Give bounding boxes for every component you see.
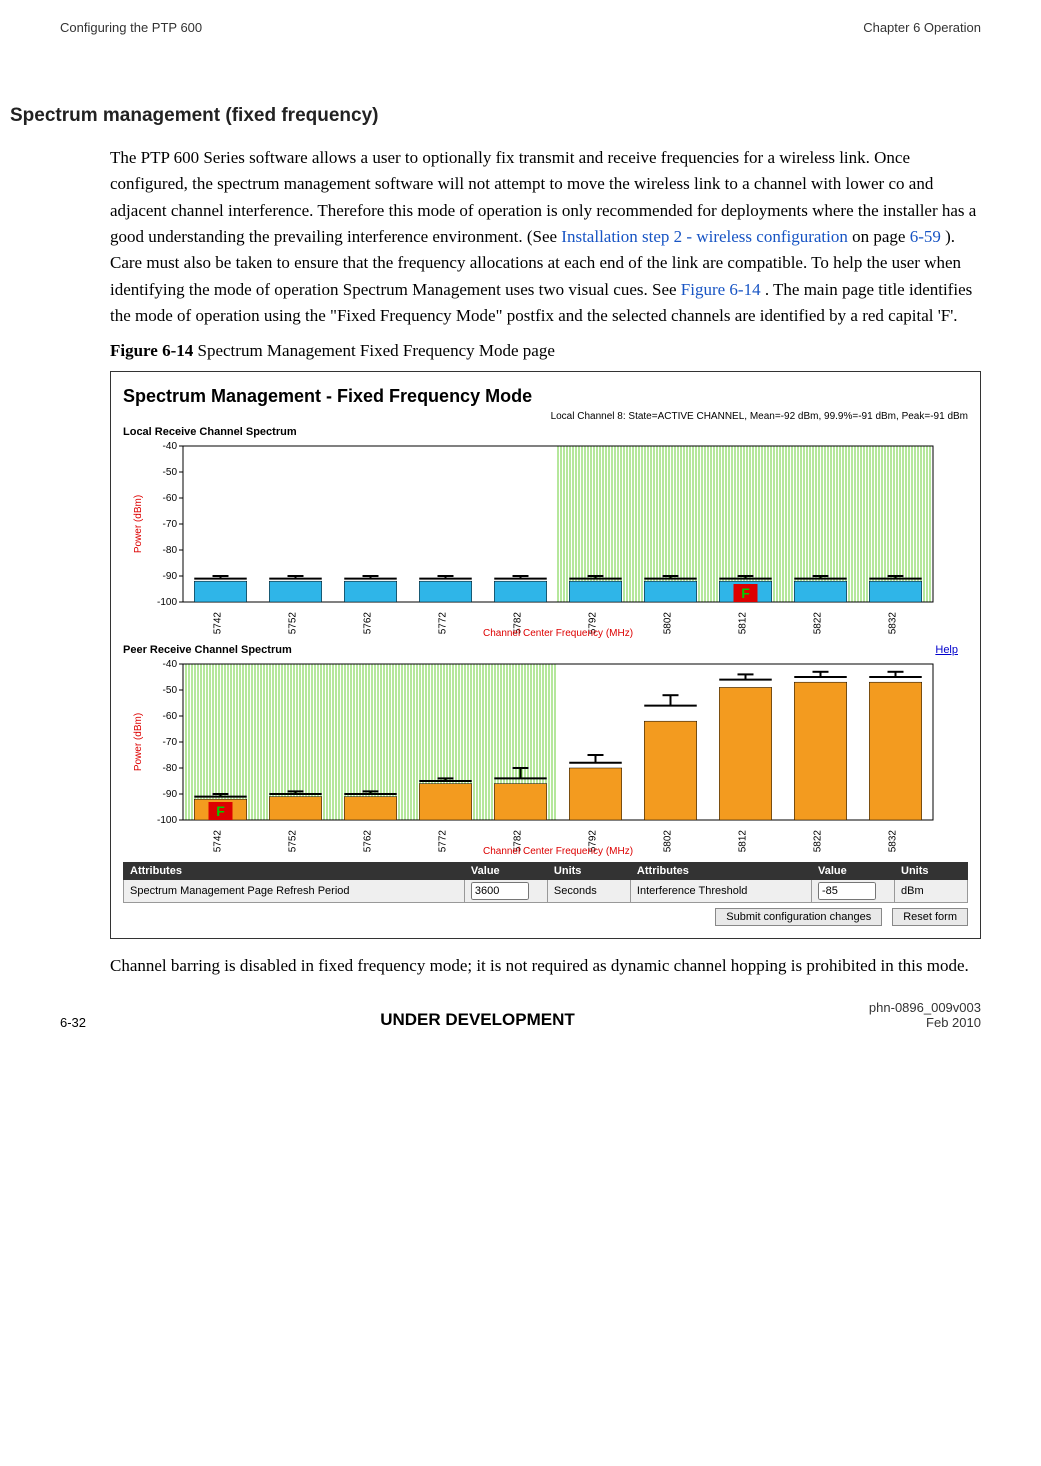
footer-status: UNDER DEVELOPMENT: [380, 1010, 575, 1030]
svg-text:5752: 5752: [288, 612, 299, 635]
svg-text:-40: -40: [163, 441, 178, 452]
svg-text:Channel Center Frequency (MHz): Channel Center Frequency (MHz): [483, 628, 633, 638]
col-attributes: Attributes: [630, 863, 811, 880]
svg-text:5752: 5752: [288, 830, 299, 853]
svg-text:5742: 5742: [213, 830, 224, 853]
svg-text:-80: -80: [163, 763, 178, 774]
svg-text:5812: 5812: [738, 830, 749, 853]
interference-threshold-input[interactable]: [818, 882, 876, 900]
svg-text:5772: 5772: [438, 612, 449, 635]
svg-text:Power (dBm): Power (dBm): [133, 495, 144, 553]
svg-text:-70: -70: [163, 737, 178, 748]
svg-text:F: F: [216, 803, 225, 819]
page-header: Configuring the PTP 600 Chapter 6 Operat…: [60, 20, 981, 35]
main-paragraph: The PTP 600 Series software allows a use…: [110, 145, 981, 329]
link-page-6-59[interactable]: 6-59: [910, 227, 941, 246]
attributes-table: Attributes Value Units Attributes Value …: [123, 862, 968, 903]
svg-text:-50: -50: [163, 467, 178, 478]
svg-text:-100: -100: [157, 597, 177, 608]
svg-text:5812: 5812: [738, 612, 749, 635]
link-figure-6-14[interactable]: Figure 6-14: [681, 280, 761, 299]
svg-text:5802: 5802: [663, 612, 674, 635]
svg-text:-40: -40: [163, 659, 178, 670]
col-value: Value: [812, 863, 895, 880]
table-row: Spectrum Management Page Refresh Period …: [124, 880, 968, 903]
header-left: Configuring the PTP 600: [60, 20, 202, 35]
reset-button[interactable]: Reset form: [892, 908, 968, 926]
svg-text:5772: 5772: [438, 830, 449, 853]
svg-text:-60: -60: [163, 711, 178, 722]
attr-threshold-label: Interference Threshold: [630, 880, 811, 903]
local-chart-title: Local Receive Channel Spectrum: [123, 426, 968, 438]
local-chart-wrap: Local Receive Channel Spectrum -100 -90 -8…: [123, 426, 968, 638]
col-attributes: Attributes: [124, 863, 465, 880]
units-seconds: Seconds: [547, 880, 630, 903]
figure-title: Spectrum Management - Fixed Frequency Mo…: [123, 386, 968, 407]
refresh-period-input[interactable]: [471, 882, 529, 900]
svg-text:5822: 5822: [813, 830, 824, 853]
footer-docid: phn-0896_009v003: [869, 1000, 981, 1015]
button-row: Submit configuration changes Reset form: [123, 907, 968, 926]
peer-chart-wrap: Peer Receive Channel Spectrum Help -100-…: [123, 642, 968, 856]
col-units: Units: [547, 863, 630, 880]
figure-caption: Figure 6-14 Spectrum Management Fixed Fr…: [110, 341, 981, 361]
submit-button[interactable]: Submit configuration changes: [715, 908, 882, 926]
figure-caption-id: Figure 6-14: [110, 341, 193, 360]
col-units: Units: [895, 863, 968, 880]
svg-text:-90: -90: [163, 571, 178, 582]
svg-text:5762: 5762: [363, 830, 374, 853]
svg-text:5832: 5832: [888, 612, 899, 635]
second-paragraph: Channel barring is disabled in fixed fre…: [110, 953, 981, 979]
svg-text:Power (dBm): Power (dBm): [133, 713, 144, 771]
footer-page-num: 6-32: [60, 1015, 86, 1030]
svg-text:F: F: [741, 585, 750, 601]
figure-6-14: Spectrum Management - Fixed Frequency Mo…: [110, 371, 981, 939]
col-value: Value: [464, 863, 547, 880]
svg-text:5762: 5762: [363, 612, 374, 635]
figure-subtitle: Local Channel 8: State=ACTIVE CHANNEL, M…: [123, 411, 968, 422]
attr-refresh-label: Spectrum Management Page Refresh Period: [124, 880, 465, 903]
help-link[interactable]: Help: [935, 644, 958, 656]
header-right: Chapter 6 Operation: [863, 20, 981, 35]
svg-text:-50: -50: [163, 685, 178, 696]
svg-text:5832: 5832: [888, 830, 899, 853]
units-dbm: dBm: [895, 880, 968, 903]
peer-spectrum-chart: -100 -90 -80 -70 -60 -50 -40 Power (dBm) 5742 F 57…: [123, 656, 943, 856]
local-spectrum-chart: -100 -90 -80 -70 -60 -50 -40 Power (dBm) 5742 575…: [123, 438, 943, 638]
svg-text:5822: 5822: [813, 612, 824, 635]
link-install-step2[interactable]: Installation step 2 - wireless configura…: [561, 227, 848, 246]
figure-caption-text: Spectrum Management Fixed Frequency Mode…: [193, 341, 555, 360]
page-footer: 6-32 UNDER DEVELOPMENT phn-0896_009v003 …: [60, 1000, 981, 1040]
svg-text:-70: -70: [163, 519, 178, 530]
svg-text:-90: -90: [163, 789, 178, 800]
svg-text:5742: 5742: [213, 612, 224, 635]
section-heading: Spectrum management (fixed frequency): [10, 105, 981, 127]
svg-text:-60: -60: [163, 493, 178, 504]
svg-text:-100: -100: [157, 815, 177, 826]
peer-chart-title: Peer Receive Channel Spectrum: [123, 644, 292, 656]
svg-text:-80: -80: [163, 545, 178, 556]
para-text: on page: [852, 227, 910, 246]
svg-text:5802: 5802: [663, 830, 674, 853]
footer-date: Feb 2010: [926, 1015, 981, 1030]
svg-text:Channel Center Frequency (MHz): Channel Center Frequency (MHz): [483, 846, 633, 856]
